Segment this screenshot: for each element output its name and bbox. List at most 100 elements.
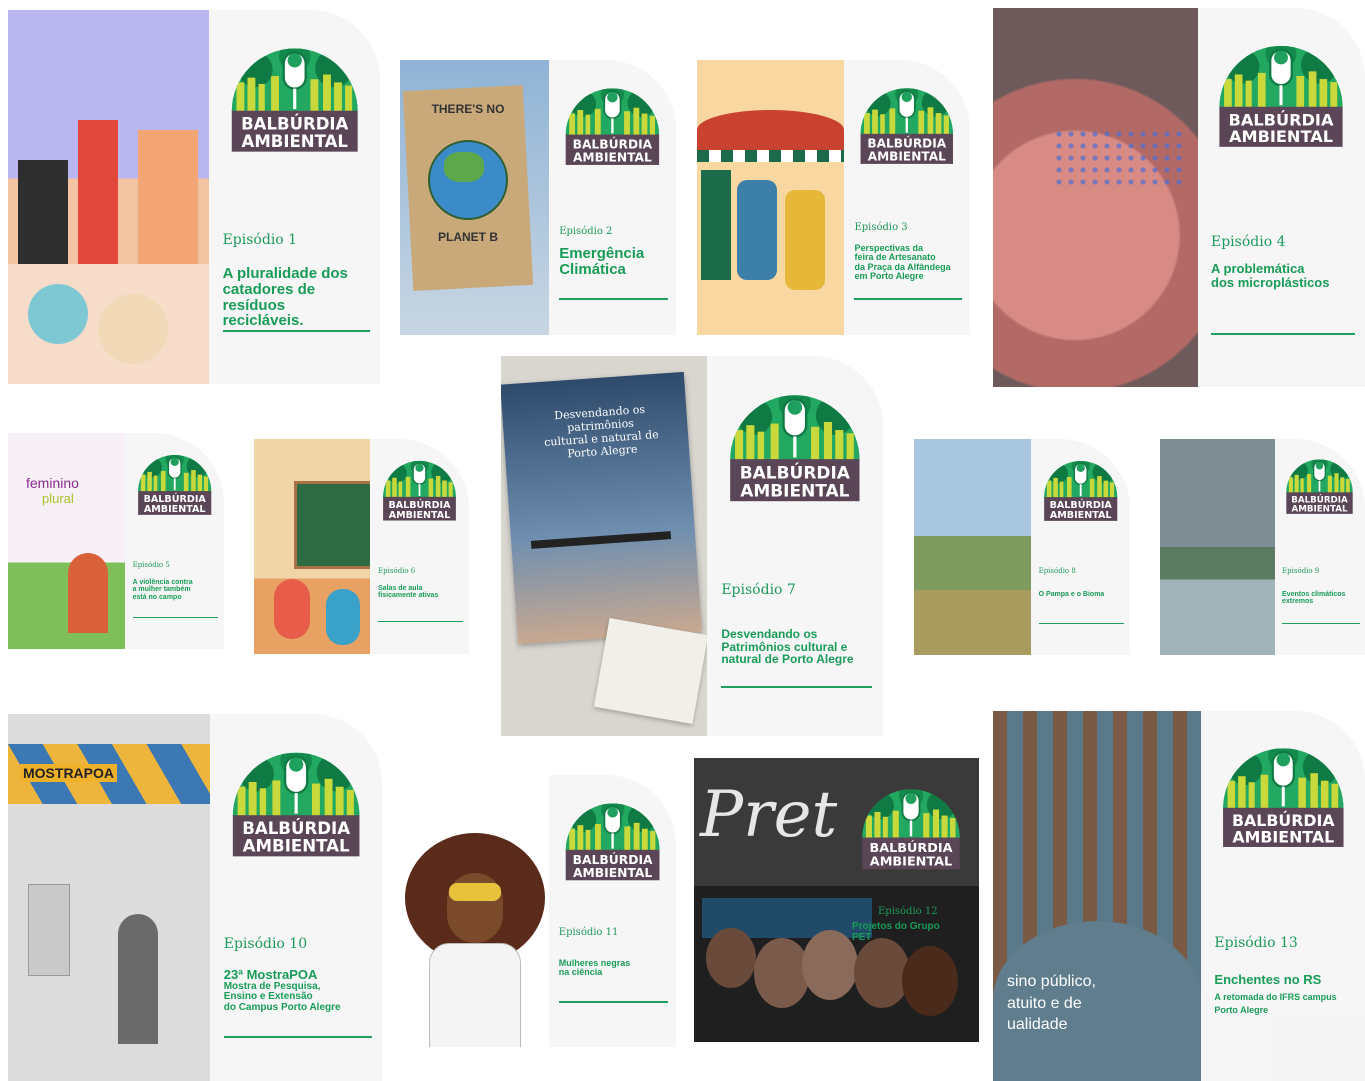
svg-text:BALBÚRDIA: BALBÚRDIA (241, 115, 348, 134)
episode-1-artwork (8, 10, 209, 384)
episode-card-6[interactable]: BALBÚRDIA AMBIENTAL Episódio 6 Salas de … (254, 439, 469, 654)
episode-title: Mulheres negras na ciência (558, 958, 631, 978)
svg-text:BALBÚRDIA: BALBÚRDIA (869, 840, 952, 856)
divider (378, 621, 464, 622)
svg-text:AMBIENTAL: AMBIENTAL (1292, 505, 1348, 515)
balburdia-logo: BALBÚRDIA AMBIENTAL (216, 21, 373, 155)
episode-card-9[interactable]: BALBÚRDIA AMBIENTAL Episódio 9 Eventos c… (1160, 439, 1365, 655)
episode-number: Episódio 11 (558, 927, 619, 938)
divider (559, 298, 669, 300)
episode-11-panel: BALBÚRDIA AMBIENTAL Episódio 11 Mulheres… (548, 775, 676, 1047)
balburdia-logo: BALBÚRDIA AMBIENTAL (1204, 19, 1358, 150)
episode-number: Episódio 7 (721, 582, 796, 598)
episode-card-8[interactable]: BALBÚRDIA AMBIENTAL Episódio 8 O Pampa e… (914, 439, 1130, 655)
episode-number: Episódio 5 (132, 561, 170, 569)
balburdia-logo: BALBÚRDIA AMBIENTAL (714, 367, 876, 504)
balburdia-logo: BALBÚRDIA AMBIENTAL (849, 68, 965, 166)
divider (222, 330, 370, 332)
divider (1211, 333, 1355, 335)
svg-text:BALBÚRDIA: BALBÚRDIA (740, 462, 851, 484)
svg-text:BALBÚRDIA: BALBÚRDIA (572, 852, 652, 867)
episode-3-panel: BALBÚRDIA AMBIENTAL Episódio 3 Perspecti… (844, 60, 970, 335)
mostrapoa-banner-text: MOSTRAPOA (20, 764, 117, 782)
episode-9-artwork (1160, 439, 1275, 655)
balburdia-logo: BALBÚRDIA AMBIENTAL (1208, 722, 1359, 850)
svg-text:AMBIENTAL: AMBIENTAL (241, 132, 348, 151)
episode-title: A problemática dos microplásticos (1211, 261, 1330, 290)
svg-text:AMBIENTAL: AMBIENTAL (1229, 128, 1333, 147)
planet-sign-text: PLANET B (438, 230, 498, 244)
divider (1038, 623, 1125, 624)
episode-card-7[interactable]: Desvendando os patrimônios cultural e nat… (501, 356, 883, 736)
svg-text:AMBIENTAL: AMBIENTAL (870, 855, 952, 870)
episode-card-11[interactable]: BALBÚRDIA AMBIENTAL Episódio 11 Mulheres… (399, 775, 676, 1047)
divider (558, 1001, 669, 1003)
episode-title: Eventos climáticos extremos (1282, 591, 1346, 606)
svg-text:BALBÚRDIA: BALBÚRDIA (242, 819, 350, 838)
episode-number: Episódio 4 (1211, 234, 1286, 250)
svg-text:AMBIENTAL: AMBIENTAL (243, 837, 350, 856)
episode-number: Episódio 2 (559, 226, 613, 237)
svg-text:BALBÚRDIA: BALBÚRDIA (1229, 111, 1334, 130)
episode-11-artwork (399, 775, 549, 1047)
svg-text:AMBIENTAL: AMBIENTAL (741, 482, 850, 502)
book-title-text: Desvendando os patrimônios cultural e nat… (543, 402, 660, 461)
divider (854, 298, 963, 300)
svg-text:AMBIENTAL: AMBIENTAL (389, 510, 450, 521)
divider (1282, 623, 1360, 624)
balburdia-logo: BALBÚRDIA AMBIENTAL (554, 783, 671, 883)
episode-8-panel: BALBÚRDIA AMBIENTAL Episódio 8 O Pampa e… (1030, 439, 1130, 655)
episode-title: Salas de aula fisicamente ativas (378, 585, 439, 600)
episode-5-panel: BALBÚRDIA AMBIENTAL Episódio 5 A violênc… (124, 433, 224, 649)
episode-number: Episódio 6 (378, 567, 416, 575)
episode-number: Episódio 3 (854, 222, 908, 233)
svg-text:AMBIENTAL: AMBIENTAL (573, 151, 652, 165)
svg-text:AMBIENTAL: AMBIENTAL (573, 866, 652, 880)
episode-title: Desvendando os Patrimônios cultural e natu… (721, 627, 854, 667)
divider (223, 1036, 372, 1038)
svg-text:AMBIENTAL: AMBIENTAL (868, 150, 946, 164)
svg-text:BALBÚRDIA: BALBÚRDIA (868, 136, 947, 151)
balburdia-logo: BALBÚRDIA AMBIENTAL (374, 445, 465, 522)
episode-9-panel: BALBÚRDIA AMBIENTAL Episódio 9 Eventos c… (1274, 439, 1365, 655)
episode-13-panel: BALBÚRDIA AMBIENTAL Episódio 13 Enchente… (1201, 711, 1365, 1081)
pret-wall-text: Pret (700, 778, 838, 852)
divider (721, 686, 873, 688)
svg-text:AMBIENTAL: AMBIENTAL (1049, 511, 1111, 522)
svg-text:AMBIENTAL: AMBIENTAL (143, 505, 205, 516)
episode-6-panel: BALBÚRDIA AMBIENTAL Episódio 6 Salas de … (370, 439, 469, 654)
balburdia-logo: BALBÚRDIA AMBIENTAL (554, 68, 671, 167)
building-sign-text: sino público, atuito e de ualidade (1007, 973, 1096, 1034)
episode-number: Episódio 10 (223, 936, 308, 952)
episode-card-12[interactable]: Pret BALBÚRDIA AMBIENTAL Episódio 12 Pro… (694, 758, 979, 1042)
svg-text:BALBÚRDIA: BALBÚRDIA (389, 499, 452, 511)
episode-8-artwork (914, 439, 1031, 655)
episode-number: Episódio 13 (1214, 935, 1298, 951)
planet-sign-text: THERE'S NO (431, 102, 505, 116)
episode-title: Enchentes no RS A retomada do IFRS campus… (1214, 972, 1337, 1016)
episode-title: Perspectivas da feira de Artesanato da Pra… (854, 243, 951, 282)
episode-title: 23ª MostraPOA Mostra de Pesquisa, Ensino e… (223, 967, 341, 1013)
episode-card-3[interactable]: BALBÚRDIA AMBIENTAL Episódio 3 Perspecti… (697, 60, 970, 335)
episode-10-artwork: MOSTRAPOA (8, 714, 210, 1081)
episode-card-5[interactable]: feminino plural BALBÚRDIA AMBIENTAL Epis… (8, 433, 224, 649)
balburdia-logo: BALBÚRDIA AMBIENTAL (1035, 445, 1126, 523)
feminino-logo-text: feminino (26, 475, 79, 491)
episode-card-1[interactable]: BALBÚRDIA AMBIENTAL Episódio 1 A plurali… (8, 10, 380, 384)
episode-13-artwork: sino público, atuito e de ualidade (993, 711, 1202, 1081)
episode-4-panel: BALBÚRDIA AMBIENTAL Episódio 4 A problem… (1197, 8, 1365, 387)
episode-number: Episódio 9 (1282, 567, 1320, 575)
svg-text:BALBÚRDIA: BALBÚRDIA (1292, 494, 1349, 506)
episode-title: O Pampa e o Bioma (1038, 591, 1105, 598)
episode-4-artwork (993, 8, 1198, 387)
episode-card-2[interactable]: THERE'S NO PLANET B BALBÚRDIA AMBIENTAL (400, 60, 676, 335)
svg-text:BALBÚRDIA: BALBÚRDIA (573, 137, 653, 152)
episode-title: Projetos do Grupo PET (852, 921, 940, 943)
episode-title: A pluralidade dos catadores de resíduos re… (222, 265, 348, 330)
episode-7-panel: BALBÚRDIA AMBIENTAL Episódio 7 Desvendan… (707, 356, 883, 736)
episode-card-13[interactable]: sino público, atuito e de ualidade BALBÚRD… (993, 711, 1365, 1081)
episode-card-10[interactable]: MOSTRAPOA BALBÚRDIA AMBIENTAL Episódio 1… (8, 714, 382, 1081)
episode-3-artwork (697, 60, 845, 335)
svg-text:BALBÚRDIA: BALBÚRDIA (143, 494, 206, 506)
episode-card-4[interactable]: BALBÚRDIA AMBIENTAL Episódio 4 A problem… (993, 8, 1365, 387)
